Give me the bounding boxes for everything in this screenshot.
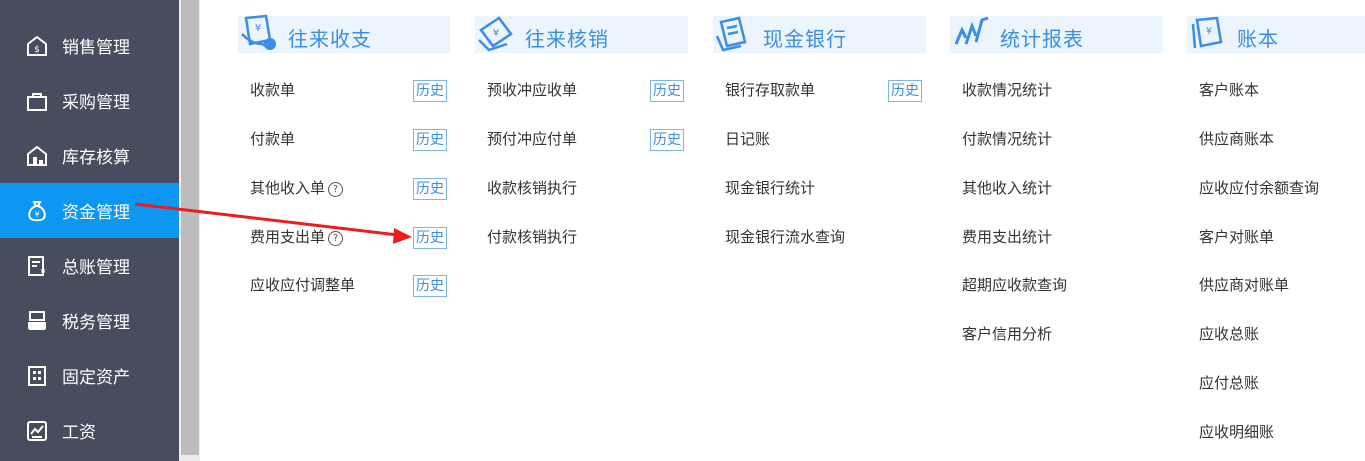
menu-link-advance-receipt-offset[interactable]: 预收冲应收单 <box>487 80 577 100</box>
menu-link-expense[interactable]: 费用支出单? <box>250 227 344 247</box>
sidebar-item-salary[interactable]: 工资 <box>0 404 179 457</box>
receipt-yen-icon: ¥ <box>240 14 278 54</box>
account-book-icon: ¥ <box>1189 14 1227 54</box>
help-icon[interactable]: ? <box>328 231 344 246</box>
money-bag-icon: ¥ <box>26 200 48 222</box>
menu-link-payables-general-ledger[interactable]: 应付总账 <box>1199 373 1259 393</box>
menu-link-cash-bank-stats[interactable]: 现金银行统计 <box>725 178 815 198</box>
menu-link-supplier-ledger[interactable]: 供应商账本 <box>1199 129 1274 149</box>
column-title: 往来收支 <box>288 27 372 51</box>
svg-text:$: $ <box>34 45 40 55</box>
menu-link-journal[interactable]: 日记账 <box>725 129 770 149</box>
history-button[interactable]: 历史 <box>650 129 684 151</box>
building-icon <box>26 365 48 387</box>
ledger-icon: ¥ <box>26 255 48 277</box>
column-header: 现金银行 <box>713 16 926 53</box>
svg-text:¥: ¥ <box>40 268 45 277</box>
history-button[interactable]: 历史 <box>413 227 447 249</box>
column-title: 往来核销 <box>525 27 609 51</box>
menu-link-payment-write-off[interactable]: 付款核销执行 <box>487 227 577 247</box>
sidebar-item-sales[interactable]: $ 销售管理 <box>0 19 179 72</box>
menu-link-other-income[interactable]: 其他收入单? <box>250 178 344 198</box>
menu-link-ar-ap-adjustment[interactable]: 应收应付调整单 <box>250 275 355 295</box>
menu-link-ar-ap-balance[interactable]: 应收应付余额查询 <box>1199 178 1319 198</box>
menu-link-other-income-stats[interactable]: 其他收入统计 <box>962 178 1052 198</box>
svg-text:¥: ¥ <box>34 210 39 219</box>
help-icon[interactable]: ? <box>328 182 344 197</box>
menu-link-receipt-stats[interactable]: 收款情况统计 <box>962 80 1052 100</box>
menu-link-overdue-receivables[interactable]: 超期应收款查询 <box>962 275 1067 295</box>
svg-text:¥: ¥ <box>255 23 261 34</box>
sidebar-item-label: 销售管理 <box>62 38 130 58</box>
sidebar-item-label: 采购管理 <box>62 93 130 113</box>
scrollbar-thumb[interactable] <box>181 0 199 455</box>
history-button[interactable]: 历史 <box>413 80 447 102</box>
sidebar-item-label: 总账管理 <box>62 258 130 278</box>
history-button[interactable]: 历史 <box>888 80 922 102</box>
svg-text:¥: ¥ <box>1206 26 1212 37</box>
shopping-bag-icon <box>26 90 48 112</box>
column-title: 统计报表 <box>1000 27 1084 51</box>
sidebar-item-inventory[interactable]: 库存核算 <box>0 129 179 182</box>
column-header: 统计报表 <box>950 16 1163 53</box>
sidebar-item-general-ledger[interactable]: ¥ 总账管理 <box>0 239 179 292</box>
sidebar-item-label: 库存核算 <box>62 148 130 168</box>
menu-link-receipt-write-off[interactable]: 收款核销执行 <box>487 178 577 198</box>
warehouse-icon <box>26 145 48 167</box>
svg-text:¥: ¥ <box>493 28 499 39</box>
history-button[interactable]: 历史 <box>650 80 684 102</box>
salary-chart-icon <box>26 420 48 442</box>
menu-link-supplier-statement[interactable]: 供应商对账单 <box>1199 275 1289 295</box>
sales-icon: $ <box>26 35 48 57</box>
voucher-yen-icon: ¥ <box>477 14 515 54</box>
sidebar-item-label: 资金管理 <box>62 203 130 223</box>
column-header: ¥ 往来收支 <box>238 14 450 54</box>
menu-link-payment-stats[interactable]: 付款情况统计 <box>962 129 1052 149</box>
column-title: 现金银行 <box>763 27 847 51</box>
sidebar-item-funds[interactable]: ¥ 资金管理 <box>0 183 179 238</box>
sidebar: $ 销售管理 采购管理 库存核算 ¥ 资金管理 ¥ 总账管理 税务管理 固定资产… <box>0 0 179 461</box>
menu-link-payment-voucher[interactable]: 付款单 <box>250 129 295 149</box>
column-header: ¥ 往来核销 <box>475 16 688 53</box>
menu-link-expense-stats[interactable]: 费用支出统计 <box>962 227 1052 247</box>
annotation-arrow <box>134 202 412 244</box>
menu-link-credit-analysis[interactable]: 客户信用分析 <box>962 324 1052 344</box>
sidebar-item-label: 工资 <box>62 423 96 443</box>
column-title: 账本 <box>1237 27 1279 51</box>
column-header: ¥ 账本 <box>1187 16 1365 53</box>
sidebar-item-label: 税务管理 <box>62 313 130 333</box>
menu-link-receivables-detail-ledger[interactable]: 应收明细账 <box>1199 422 1274 442</box>
menu-link-bank-deposit-withdrawal[interactable]: 银行存取款单 <box>725 80 815 100</box>
menu-link-receipt-voucher[interactable]: 收款单 <box>250 80 295 100</box>
tax-icon <box>26 310 48 332</box>
sidebar-item-tax[interactable]: 税务管理 <box>0 294 179 347</box>
menu-link-advance-payment-offset[interactable]: 预付冲应付单 <box>487 129 577 149</box>
bank-card-icon <box>715 14 753 54</box>
history-button[interactable]: 历史 <box>413 129 447 151</box>
history-button[interactable]: 历史 <box>413 275 447 297</box>
report-chart-icon <box>952 14 990 54</box>
menu-link-customer-ledger[interactable]: 客户账本 <box>1199 80 1259 100</box>
menu-link-cash-bank-flow-query[interactable]: 现金银行流水查询 <box>725 227 845 247</box>
menu-link-receivables-general-ledger[interactable]: 应收总账 <box>1199 324 1259 344</box>
menu-link-customer-statement[interactable]: 客户对账单 <box>1199 227 1274 247</box>
sidebar-item-label: 固定资产 <box>62 368 130 388</box>
sidebar-item-purchase[interactable]: 采购管理 <box>0 74 179 127</box>
history-button[interactable]: 历史 <box>413 178 447 200</box>
sidebar-item-fixed-assets[interactable]: 固定资产 <box>0 349 179 402</box>
